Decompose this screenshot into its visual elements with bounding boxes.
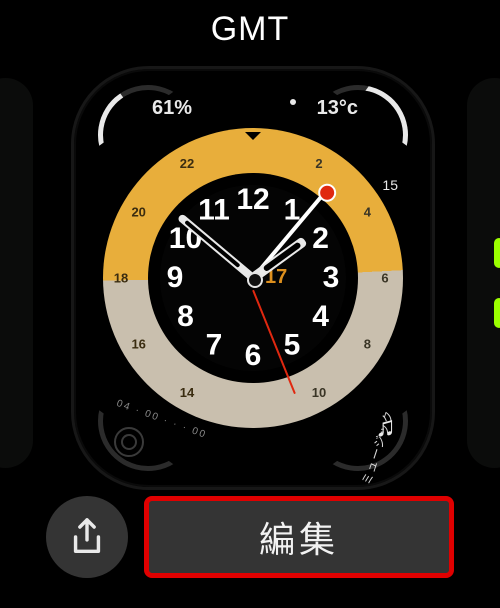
music-note-icon[interactable]: ♫ <box>375 411 396 443</box>
share-button[interactable] <box>46 496 128 578</box>
edit-button-label: 編集 <box>259 511 339 563</box>
hand-pivot <box>247 272 263 288</box>
face-actions-row: 編集 <box>46 496 454 578</box>
next-face-peek[interactable] <box>467 78 500 468</box>
current-watch-face[interactable]: 61% 13°c 15 2 4 6 8 10 14 16 18 <box>71 66 435 490</box>
activity-rings-icon[interactable] <box>114 427 144 457</box>
watch-face-carousel[interactable]: 61% 13°c 15 2 4 6 8 10 14 16 18 <box>0 60 500 490</box>
temperature-current-dot <box>290 99 296 105</box>
share-icon <box>69 517 105 557</box>
face-title: GMT <box>0 10 500 49</box>
gmt-dial: 2 4 6 8 10 14 16 18 20 22 12 1 2 3 <box>103 128 403 428</box>
battery-complication[interactable]: 61% <box>152 97 192 120</box>
previous-face-peek[interactable] <box>0 78 33 468</box>
watch-face-selector-screen: GMT 61% 13°c 15 2 4 6 8 10 <box>0 0 500 608</box>
edit-button[interactable]: 編集 <box>144 496 454 578</box>
temperature-complication[interactable]: 13°c <box>317 97 358 120</box>
